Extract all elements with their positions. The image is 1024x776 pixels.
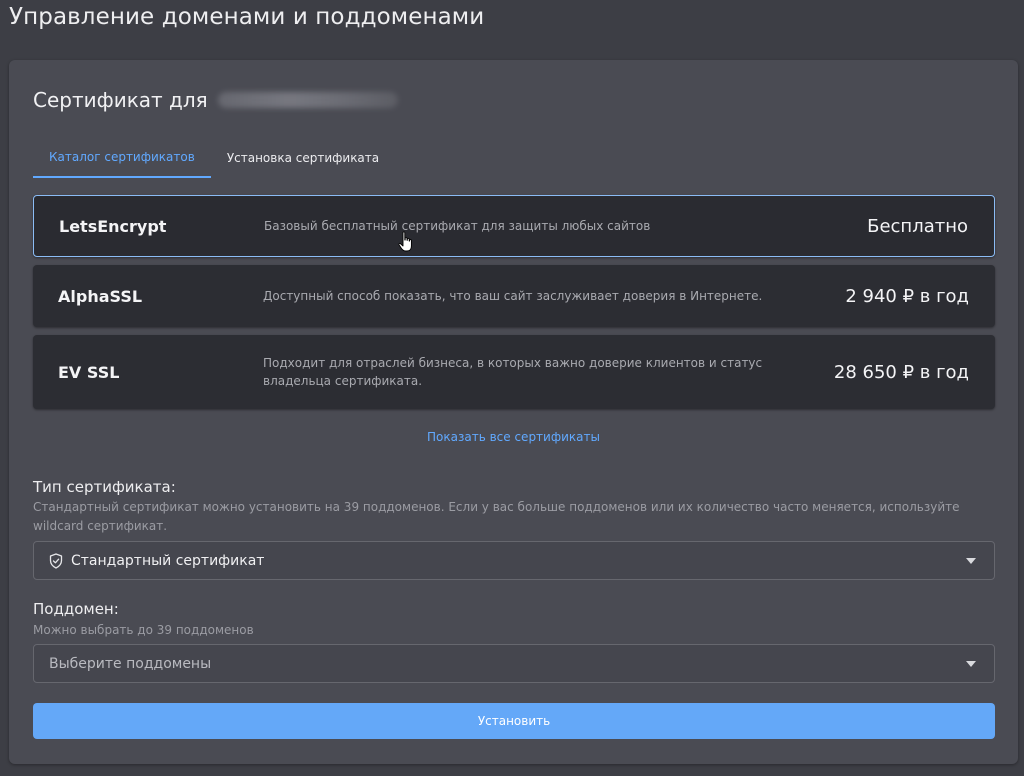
card-title-text: Сертификат для: [33, 88, 208, 112]
certificate-name: AlphaSSL: [58, 286, 143, 306]
subdomain-label: Поддомен:: [33, 600, 119, 618]
chevron-down-icon: [966, 558, 976, 564]
certificate-price: 2 940 ₽ в год: [845, 285, 969, 307]
certificate-item-letsencrypt[interactable]: LetsEncrypt Базовый бесплатный сертифика…: [33, 195, 995, 257]
certificate-name: LetsEncrypt: [59, 216, 167, 236]
certificate-price: Бесплатно: [867, 215, 968, 237]
certificate-description: Подходит для отраслей бизнеса, в которых…: [263, 356, 763, 388]
subdomain-placeholder: Выберите поддомены: [49, 655, 212, 672]
install-button[interactable]: Установить: [33, 703, 995, 739]
card-title: Сертификат для: [33, 88, 398, 112]
page-title: Управление доменами и поддоменами: [9, 4, 485, 30]
certificate-list: LetsEncrypt Базовый бесплатный сертифика…: [33, 195, 995, 417]
certificate-name: EV SSL: [58, 362, 120, 382]
tabs: Каталог сертификатов Установка сертифика…: [33, 138, 395, 178]
chevron-down-icon: [966, 661, 976, 667]
certificate-item-alphassl[interactable]: AlphaSSL Доступный способ показать, что …: [33, 265, 995, 327]
show-all-certificates-link[interactable]: Показать все сертификаты: [9, 430, 1018, 444]
subdomain-hint: Можно выбрать до 39 поддоменов: [33, 623, 254, 637]
certificate-card: Сертификат для Каталог сертификатов Уста…: [9, 60, 1018, 764]
blurred-domain-name: [217, 92, 398, 108]
certificate-price: 28 650 ₽ в год: [833, 361, 969, 383]
cert-type-hint: Стандартный сертификат можно установить …: [33, 500, 960, 533]
subdomain-select[interactable]: Выберите поддомены: [33, 644, 995, 683]
cert-type-selected-value: Стандартный сертификат: [71, 552, 265, 569]
cert-type-select[interactable]: Стандартный сертификат: [33, 541, 995, 580]
certificate-description: Базовый бесплатный сертификат для защиты…: [264, 219, 651, 233]
tab-installation[interactable]: Установка сертификата: [211, 138, 395, 178]
shield-check-icon: [49, 552, 63, 569]
certificate-item-evssl[interactable]: EV SSL Подходит для отраслей бизнеса, в …: [33, 335, 995, 409]
certificate-description: Доступный способ показать, что ваш сайт …: [263, 289, 763, 303]
cert-type-label: Тип сертификата:: [33, 478, 176, 496]
tab-catalog[interactable]: Каталог сертификатов: [33, 138, 211, 178]
